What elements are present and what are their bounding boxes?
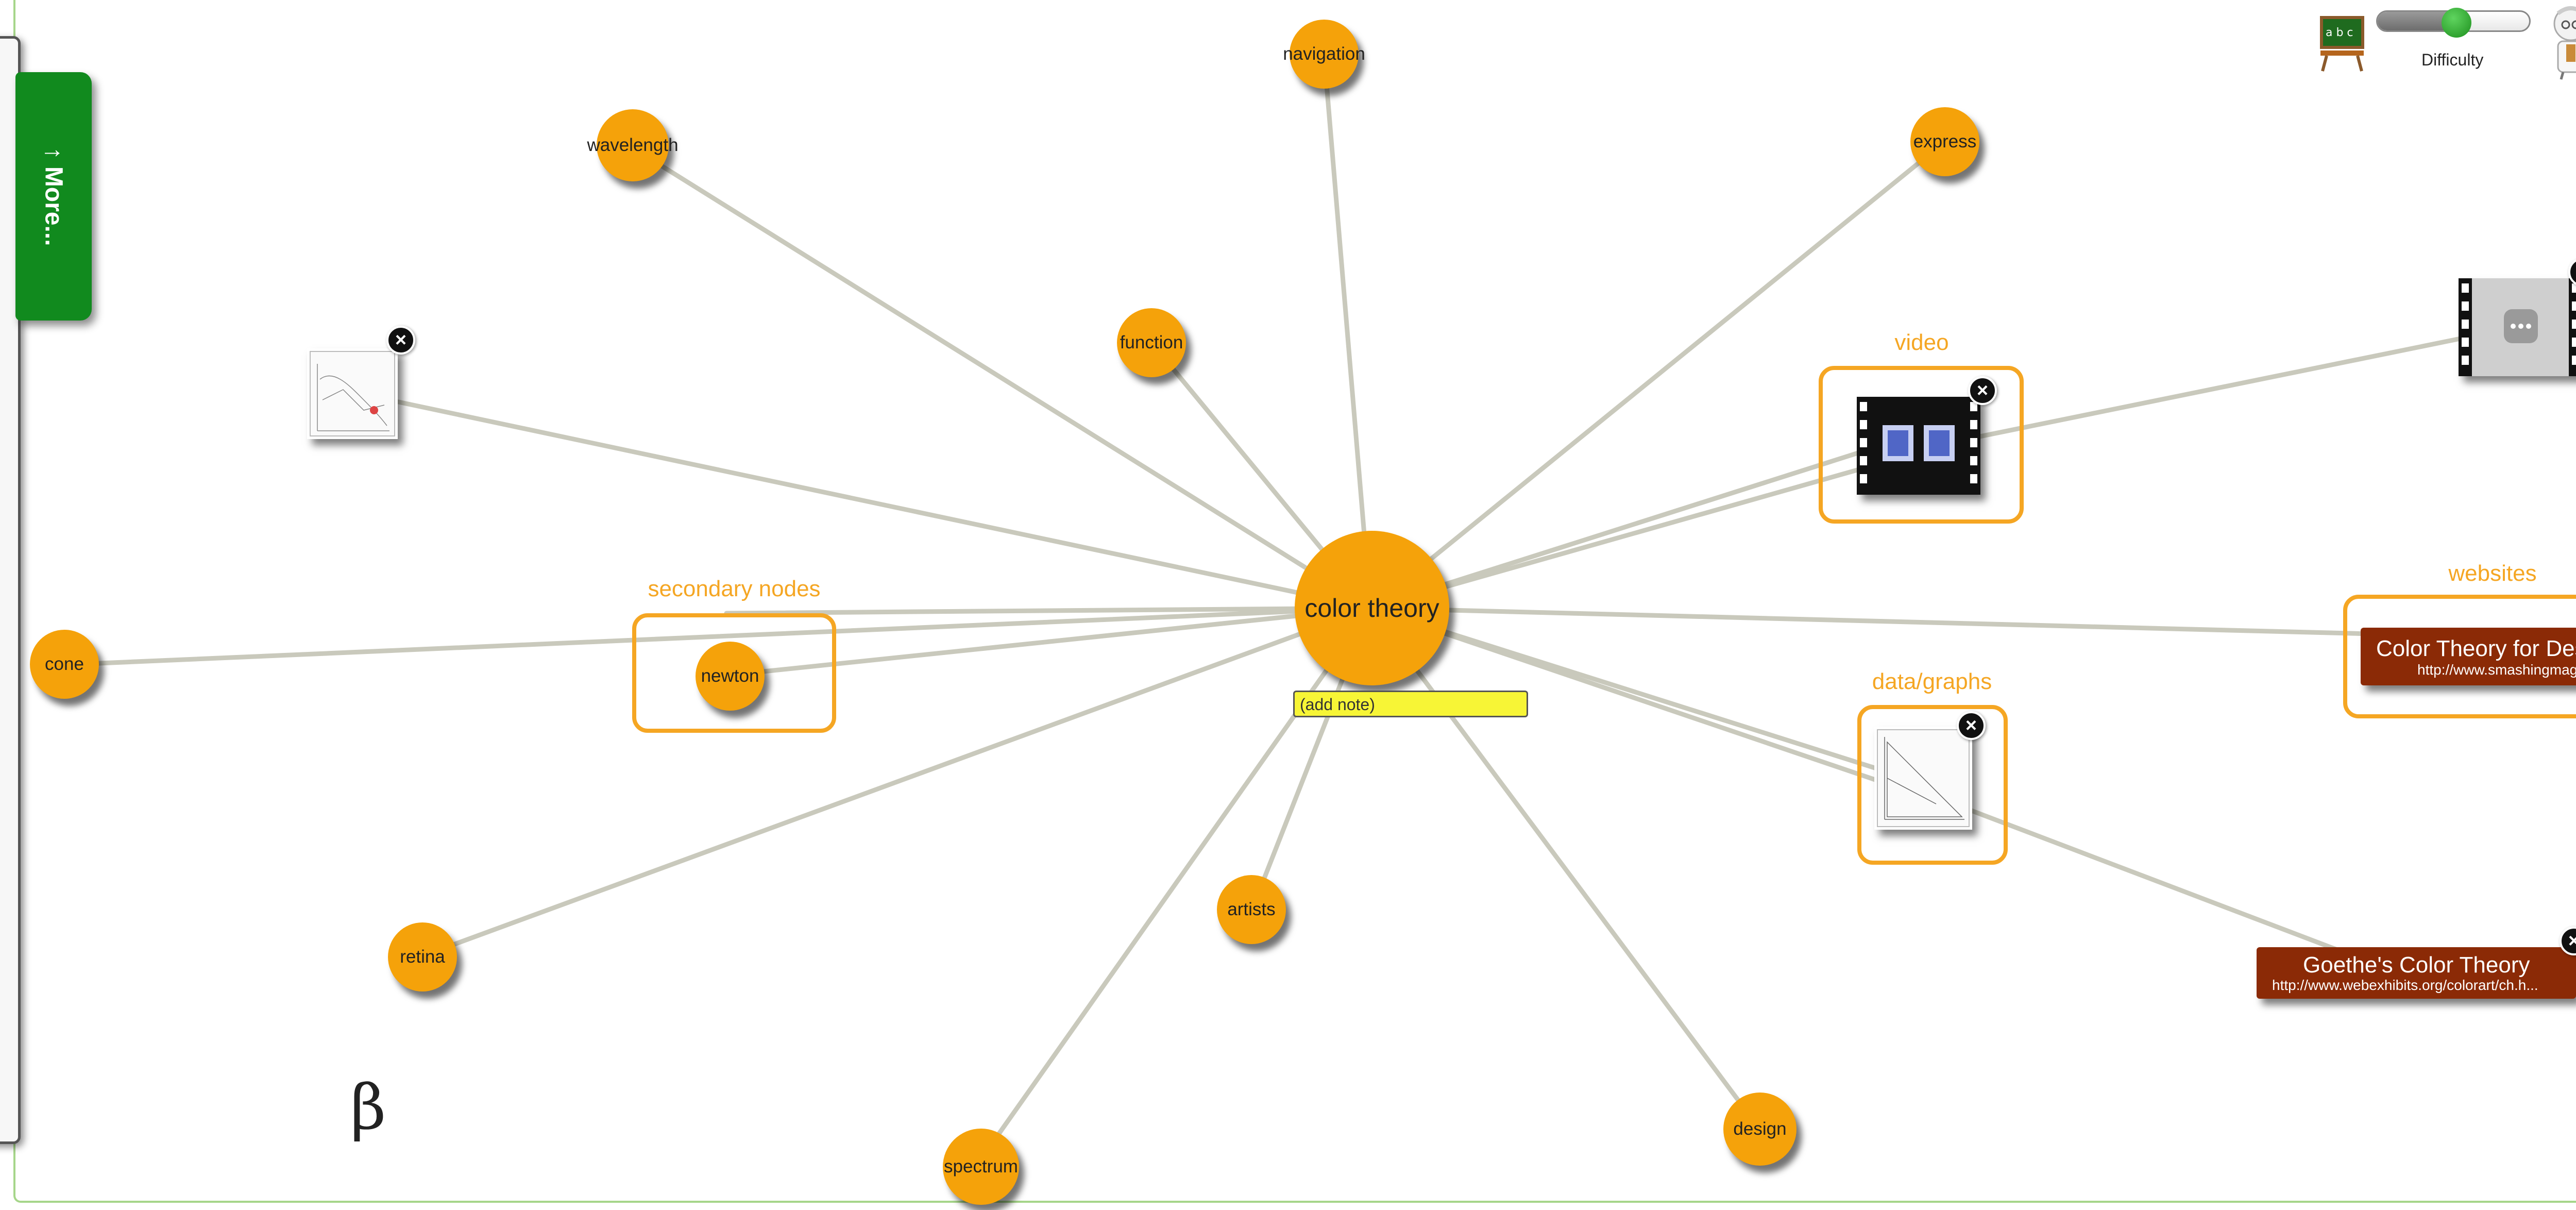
node-wavelength[interactable]: wavelength (587, 109, 679, 181)
edge-layer (62, 52, 2481, 1165)
website-card-1[interactable]: Color Theory for Designer http://www.sma… (2361, 628, 2576, 685)
node-artists[interactable]: artists (1217, 875, 1286, 944)
data-graphs-label: data/graphs (1872, 669, 1992, 694)
node-express[interactable]: express (1910, 107, 1979, 176)
chalkboard-text: a b c (2326, 26, 2353, 39)
graph-image (310, 351, 395, 436)
website-url: http://www.smashingmagazine (2417, 662, 2576, 678)
graph-thumbnail-2[interactable] (1874, 727, 1972, 830)
website-title: Goethe's Color Theory (2303, 952, 2530, 978)
node-retina[interactable]: retina (388, 922, 457, 991)
film-strip-icon (2459, 278, 2576, 376)
edge (1368, 443, 1883, 611)
graph-thumbnail-1[interactable] (307, 348, 398, 439)
website-title: Color Theory for Designer (2376, 636, 2576, 661)
websites-label: websites (2448, 561, 2537, 586)
difficulty-slider-thumb[interactable] (2441, 8, 2471, 38)
secondary-nodes-label: secondary nodes (648, 576, 821, 601)
edge (1368, 606, 1762, 1131)
beta-symbol: β (350, 1072, 386, 1144)
difficulty-slider[interactable] (2376, 8, 2531, 38)
website-card-2[interactable]: Goethe's Color Theory http://www.webexhi… (2257, 947, 2576, 999)
website-url: http://www.webexhibits.org/colorart/ch.h… (2272, 977, 2538, 993)
graph-image (1877, 729, 1970, 827)
difficulty-label: Difficulty (2421, 51, 2484, 69)
professor-icon[interactable] (2548, 3, 2576, 80)
close-icon[interactable]: × (1957, 711, 1986, 740)
node-design[interactable]: design (1723, 1093, 1797, 1166)
edge (1321, 52, 1373, 611)
edge (1368, 606, 2372, 636)
film-strip-icon (1860, 402, 1977, 483)
close-icon[interactable]: × (386, 326, 415, 355)
node-function[interactable]: function (1117, 308, 1186, 377)
video-thumbnail[interactable] (1857, 397, 1980, 495)
add-note-field[interactable]: (add note) (1293, 691, 1528, 717)
video-group-label: video (1894, 330, 1949, 355)
close-icon[interactable]: × (1968, 376, 1997, 405)
node-newton[interactable]: newton (696, 642, 765, 711)
edge (629, 144, 1373, 611)
node-color-theory[interactable]: color theory (1295, 531, 1449, 685)
node-spectrum[interactable]: spectrum (943, 1129, 1019, 1205)
node-cone[interactable]: cone (30, 630, 99, 699)
node-navigation[interactable]: navigation (1283, 20, 1365, 89)
chalkboard-icon[interactable]: a b c (2318, 15, 2366, 72)
video-thumbnail-2[interactable] (2459, 278, 2576, 376)
